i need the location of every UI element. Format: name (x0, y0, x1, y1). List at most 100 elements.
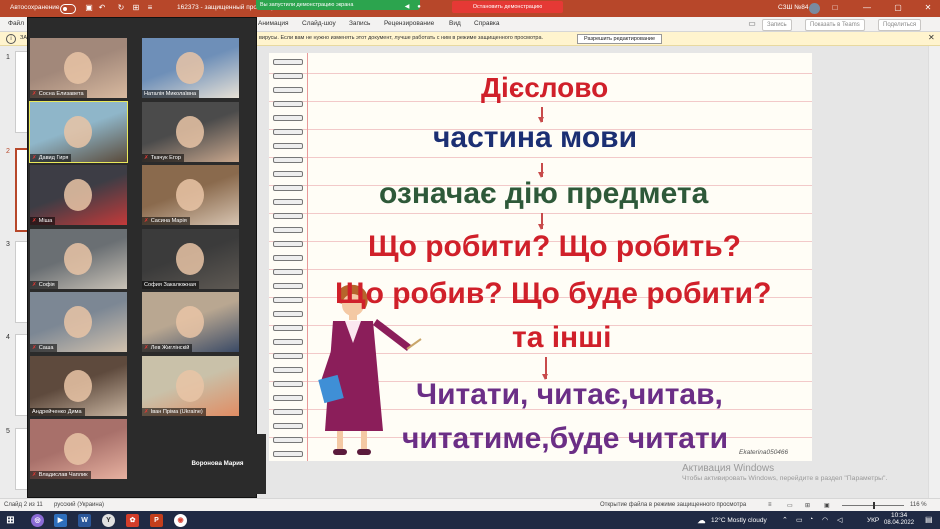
powerpoint-icon[interactable]: P (150, 514, 163, 527)
video-app-icon[interactable]: ▶ (54, 514, 67, 527)
customize-qat-icon[interactable]: ≡ (145, 3, 155, 13)
clock-time[interactable]: 10:34 (891, 512, 907, 519)
minimize-icon[interactable]: — (862, 3, 872, 13)
viber-icon[interactable]: ◎ (31, 514, 44, 527)
avatar[interactable] (809, 3, 820, 14)
participant-tile[interactable]: ✗ Сасина Марія (142, 165, 239, 225)
participant-tile[interactable]: ✗ Ткачук Егор (142, 101, 239, 162)
notes-icon[interactable]: ≡ (768, 502, 772, 508)
slide-sorter-icon[interactable]: ⊞ (805, 502, 810, 509)
notifications-icon[interactable]: ▤ (925, 515, 933, 524)
muted-mic-icon: ✗ (144, 218, 149, 224)
menu-record[interactable]: Запись (349, 20, 370, 27)
participant-tile[interactable]: ✗ Лев Жиглінскій (142, 292, 239, 352)
participant-tile[interactable]: ✗ Софія (30, 228, 127, 289)
participant-video-feed (176, 179, 204, 211)
participant-tile[interactable]: ✗ Іван Пріма (Ukraine) (142, 355, 239, 416)
present-in-teams-button[interactable]: Показать в Teams (805, 19, 865, 31)
keyboard-language[interactable]: УКР (867, 517, 879, 524)
participant-name: Сасина Марія (150, 218, 187, 224)
slide-line-part-of-speech: частина мови (433, 121, 638, 154)
slideshow-view-icon[interactable]: ▣ (824, 502, 830, 509)
muted-mic-icon: ✗ (32, 154, 37, 161)
vertical-scrollbar[interactable] (928, 46, 940, 498)
camera-icon[interactable]: ● (414, 2, 424, 12)
slide-canvas[interactable]: Дієслово частина мови означає дію предме… (269, 53, 812, 461)
slide-questions-1: Що робити? Що робить? (368, 230, 741, 263)
info-icon: i (6, 34, 16, 44)
word-icon[interactable]: W (78, 514, 91, 527)
language-indicator[interactable]: русский (Украина) (54, 502, 104, 508)
participant-tile[interactable]: София Закалюжная (142, 228, 239, 289)
battery-icon[interactable]: ▭ (796, 516, 803, 524)
save-icon[interactable]: ▣ (84, 3, 94, 13)
spiral-ring (273, 199, 303, 205)
network-icon[interactable]: ◔ (809, 516, 813, 523)
weather-icon[interactable]: ☁ (695, 514, 708, 527)
zoom-level[interactable]: 116 % (910, 502, 927, 508)
protected-view-label: ЗА (20, 35, 27, 41)
clock-date[interactable]: 08.04.2022 (884, 520, 914, 526)
slide-title: Дієслово (481, 72, 609, 103)
maximize-icon[interactable]: ▢ (893, 3, 903, 13)
speaker-icon[interactable]: ◀ (402, 2, 412, 12)
muted-mic-icon: ✗ (32, 218, 37, 224)
participant-name: Міша (38, 218, 53, 224)
ruled-line (269, 269, 812, 270)
record-button[interactable]: Запись (762, 19, 792, 31)
participant-tile[interactable]: ✗ Міша (30, 165, 127, 225)
tray-chevron-icon[interactable]: ⌃ (782, 516, 788, 524)
weather-text[interactable]: 12°C Mostly cloudy (711, 517, 767, 524)
close-icon[interactable]: ✕ (923, 3, 933, 13)
volume-icon[interactable]: ◁ (837, 516, 842, 524)
participant-video-feed (176, 242, 204, 275)
undo-icon[interactable]: ↶ (97, 3, 107, 13)
menu-review[interactable]: Рецензирование (384, 20, 434, 27)
close-icon[interactable]: ✕ (928, 33, 935, 42)
participant-tile[interactable]: ✗ Давид Гиря (29, 100, 128, 163)
comments-icon[interactable]: ▭ (747, 19, 757, 29)
slide-number-5: 5 (6, 428, 10, 435)
participant-tile[interactable]: ✗ Владислав Чаплик (30, 419, 127, 479)
enable-editing-button[interactable]: Разрешить редактирование (577, 34, 663, 44)
participant-name-tag: София Закалюжная (142, 280, 199, 289)
redo-icon[interactable]: ↻ (116, 3, 126, 13)
autosave-toggle[interactable] (60, 4, 76, 14)
share-banner: Вы запустили демонстрацию экрана (256, 0, 420, 10)
chrome-icon[interactable]: ◉ (174, 514, 187, 527)
menu-slideshow[interactable]: Слайд-шоу (302, 20, 336, 27)
ribbon-display-icon[interactable]: □ (830, 3, 840, 13)
spiral-ring (273, 87, 303, 93)
muted-mic-icon: ✗ (32, 91, 37, 97)
muted-mic-icon: ✗ (32, 345, 37, 351)
slide-number-4: 4 (6, 334, 10, 341)
participant-tile[interactable]: ✗ Сосна Елизавета (30, 38, 127, 98)
share-button[interactable]: Поделиться (878, 19, 922, 31)
normal-view-icon[interactable]: ▭ (787, 502, 793, 509)
user-name: СЗШ №84 (778, 4, 809, 11)
share-button-label: Поделиться (883, 22, 917, 28)
presentation-icon[interactable]: ⊞ (131, 3, 141, 13)
participant-tile[interactable]: Андрейченко Дима (30, 355, 127, 416)
protected-view-text: вирусы. Если вам не нужно изменять этот … (259, 35, 544, 41)
ruled-line (269, 157, 812, 158)
participant-video-feed (64, 369, 92, 402)
windows-start-icon[interactable]: ⊞ (4, 514, 17, 527)
participant-tile[interactable]: ✗ Саша (30, 292, 127, 352)
stop-sharing-button[interactable]: Остановить демонстрацию (452, 1, 563, 13)
menu-file[interactable]: Файл (8, 20, 24, 27)
yandex-icon[interactable]: Y (102, 514, 115, 527)
menu-help[interactable]: Справка (474, 20, 500, 27)
wifi-icon[interactable]: ◠ (822, 516, 828, 524)
puzzle-app-icon[interactable]: ✿ (126, 514, 139, 527)
zoom-slider-thumb[interactable] (873, 502, 875, 509)
participant-tile-name-only[interactable]: Воронова Мария (169, 434, 266, 494)
spiral-ring (273, 255, 303, 261)
status-bar: Слайд 2 из 11 русский (Украина) Открытие… (0, 498, 940, 512)
participant-name: Ткачук Егор (150, 154, 181, 161)
menu-view[interactable]: Вид (449, 20, 461, 27)
participant-video-feed (64, 179, 92, 211)
slide-questions-3: та інші (512, 321, 612, 354)
menu-animation[interactable]: Анимация (258, 20, 289, 27)
participant-tile[interactable]: Наталія Миколаївна (142, 38, 239, 98)
